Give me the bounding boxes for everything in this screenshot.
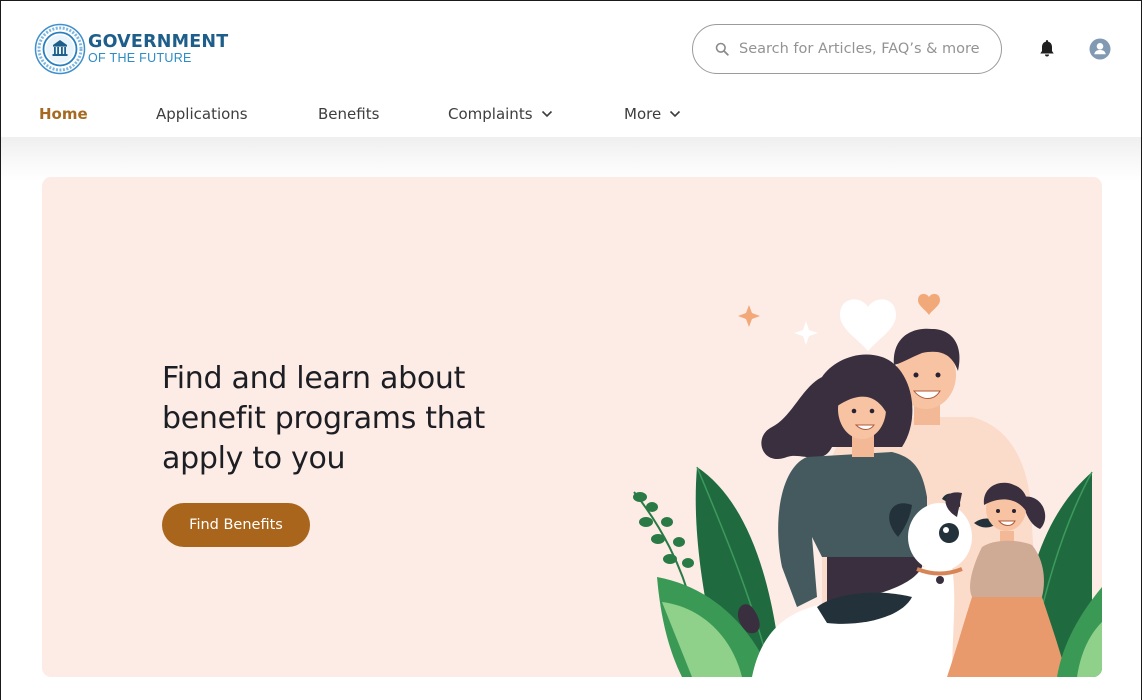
site-logo[interactable]: GOVERNMENT OF THE FUTURE <box>34 23 228 75</box>
hero-title: Find and learn about benefit programs th… <box>162 361 486 476</box>
user-avatar-icon[interactable] <box>1089 38 1111 60</box>
chevron-down-icon <box>670 110 681 118</box>
search-input[interactable] <box>739 41 989 57</box>
search-box[interactable] <box>692 24 1002 74</box>
nav-item-label: More <box>624 105 662 123</box>
nav-item-label: Benefits <box>318 105 380 123</box>
nav-item-applications[interactable]: Applications <box>156 105 248 123</box>
nav-item-benefits[interactable]: Benefits <box>318 105 379 123</box>
bell-icon[interactable] <box>1037 39 1057 59</box>
nav-item-label: Home <box>39 105 88 123</box>
government-seal-icon <box>34 23 86 75</box>
main-nav: Home Applications Benefits Complaints Mo… <box>1 97 1141 133</box>
logo-title: GOVERNMENT <box>88 32 229 52</box>
nav-item-more[interactable]: More <box>624 105 681 123</box>
logo-subtitle: OF THE FUTURE <box>88 50 192 65</box>
nav-item-label: Applications <box>156 105 248 123</box>
site-header: GOVERNMENT OF THE FUTURE Home Applicatio… <box>1 1 1141 137</box>
sparkle-icon <box>738 305 760 327</box>
nav-item-complaints[interactable]: Complaints <box>448 105 553 123</box>
heart-icon <box>840 299 896 351</box>
nav-item-label: Complaints <box>448 105 533 123</box>
family-illustration <box>633 293 1102 677</box>
nav-item-home[interactable]: Home <box>39 105 88 123</box>
search-icon <box>715 42 729 56</box>
sparkle-icon <box>794 321 818 345</box>
small-heart-icon <box>918 293 940 315</box>
find-benefits-button[interactable]: Find Benefits <box>162 503 310 547</box>
chevron-down-icon <box>541 110 552 118</box>
hero-banner: Find and learn about benefit programs th… <box>42 177 1102 677</box>
